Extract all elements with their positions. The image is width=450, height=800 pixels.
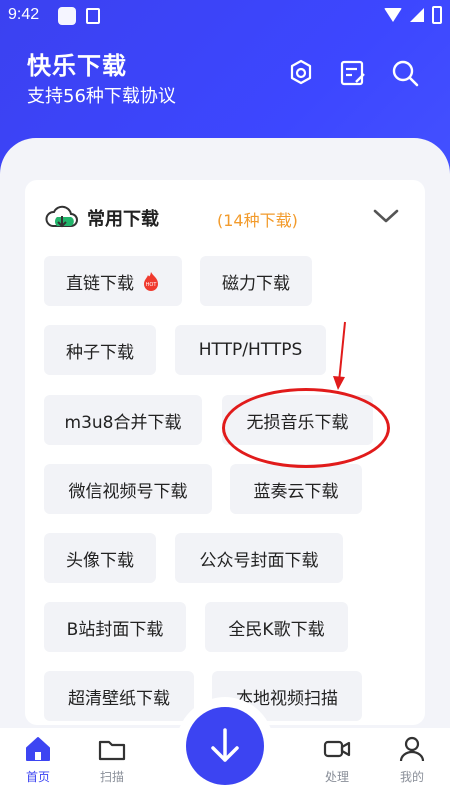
chip-bilibili-cover[interactable]: B站封面下载 bbox=[44, 602, 186, 652]
tab-mine-label: 我的 bbox=[399, 770, 424, 784]
chip-wallpaper[interactable]: 超清壁纸下载 bbox=[44, 671, 194, 721]
section-count: (14种下载) bbox=[217, 211, 298, 230]
battery-icon bbox=[432, 6, 442, 24]
chip-avatar[interactable]: 头像下载 bbox=[44, 533, 156, 583]
edit-notes-icon[interactable] bbox=[338, 58, 368, 88]
chip-label: 本地视频扫描 bbox=[236, 688, 338, 709]
folder-icon bbox=[98, 740, 126, 761]
chip-wechat-video[interactable]: 微信视频号下载 bbox=[44, 464, 212, 514]
status-bar: 9:42 bbox=[0, 0, 450, 34]
tab-mine[interactable]: 我的 bbox=[382, 734, 442, 785]
chip-label: HTTP/HTTPS bbox=[198, 340, 303, 360]
app-notification-icon bbox=[86, 8, 100, 24]
tab-process[interactable]: 处理 bbox=[307, 734, 367, 785]
hot-fire-icon: HOT bbox=[144, 272, 158, 291]
chip-label: 种子下载 bbox=[66, 342, 134, 363]
user-icon bbox=[399, 736, 425, 762]
chip-label: 公众号封面下载 bbox=[199, 550, 319, 571]
tab-home[interactable]: 首页 bbox=[8, 734, 68, 785]
section-title: 常用下载 bbox=[87, 209, 159, 230]
chip-label: 超清壁纸下载 bbox=[68, 688, 170, 709]
status-time: 9:42 bbox=[8, 6, 40, 23]
download-button[interactable] bbox=[186, 707, 264, 785]
search-icon[interactable] bbox=[390, 58, 420, 88]
chip-label: 直链下载 bbox=[66, 273, 134, 294]
annotation-circle bbox=[222, 388, 390, 468]
cloud-download-icon bbox=[45, 205, 78, 228]
arrow-down-icon bbox=[211, 728, 239, 762]
chevron-down-icon[interactable] bbox=[373, 208, 399, 224]
chip-m3u8[interactable]: m3u8合并下载 bbox=[44, 395, 202, 445]
chip-label: 头像下载 bbox=[66, 550, 134, 571]
chip-label: 蓝奏云下载 bbox=[253, 481, 339, 502]
chip-lanzou[interactable]: 蓝奏云下载 bbox=[230, 464, 362, 514]
settings-icon[interactable] bbox=[286, 58, 316, 88]
chip-label: B站封面下载 bbox=[66, 619, 164, 640]
chip-official-cover[interactable]: 公众号封面下载 bbox=[175, 533, 343, 583]
tab-scan-label: 扫描 bbox=[99, 770, 124, 784]
chip-direct-link[interactable]: 直链下载 HOT bbox=[44, 256, 182, 306]
chip-label: 磁力下载 bbox=[222, 273, 290, 294]
notification-icon bbox=[58, 7, 76, 25]
chip-torrent[interactable]: 种子下载 bbox=[44, 325, 156, 375]
annotation-arrow bbox=[333, 321, 346, 390]
wifi-icon bbox=[384, 8, 402, 22]
tab-home-label: 首页 bbox=[25, 770, 50, 784]
chip-label: 全民K歌下载 bbox=[228, 619, 325, 640]
home-icon bbox=[26, 737, 50, 761]
chip-magnet[interactable]: 磁力下载 bbox=[200, 256, 312, 306]
video-camera-icon bbox=[323, 740, 351, 758]
chip-label: m3u8合并下载 bbox=[64, 412, 182, 433]
chip-http[interactable]: HTTP/HTTPS bbox=[175, 325, 326, 375]
signal-icon bbox=[410, 8, 424, 22]
tab-process-label: 处理 bbox=[324, 770, 349, 784]
app-title: 快乐下载 bbox=[27, 52, 127, 80]
chip-kge[interactable]: 全民K歌下载 bbox=[205, 602, 348, 652]
hot-badge-text: HOT bbox=[146, 282, 158, 288]
tab-scan[interactable]: 扫描 bbox=[82, 734, 142, 785]
app-subtitle: 支持56种下载协议 bbox=[27, 86, 176, 107]
section-header[interactable]: 常用下载 (14种下载) bbox=[45, 200, 415, 236]
chip-label: 微信视频号下载 bbox=[68, 481, 188, 502]
